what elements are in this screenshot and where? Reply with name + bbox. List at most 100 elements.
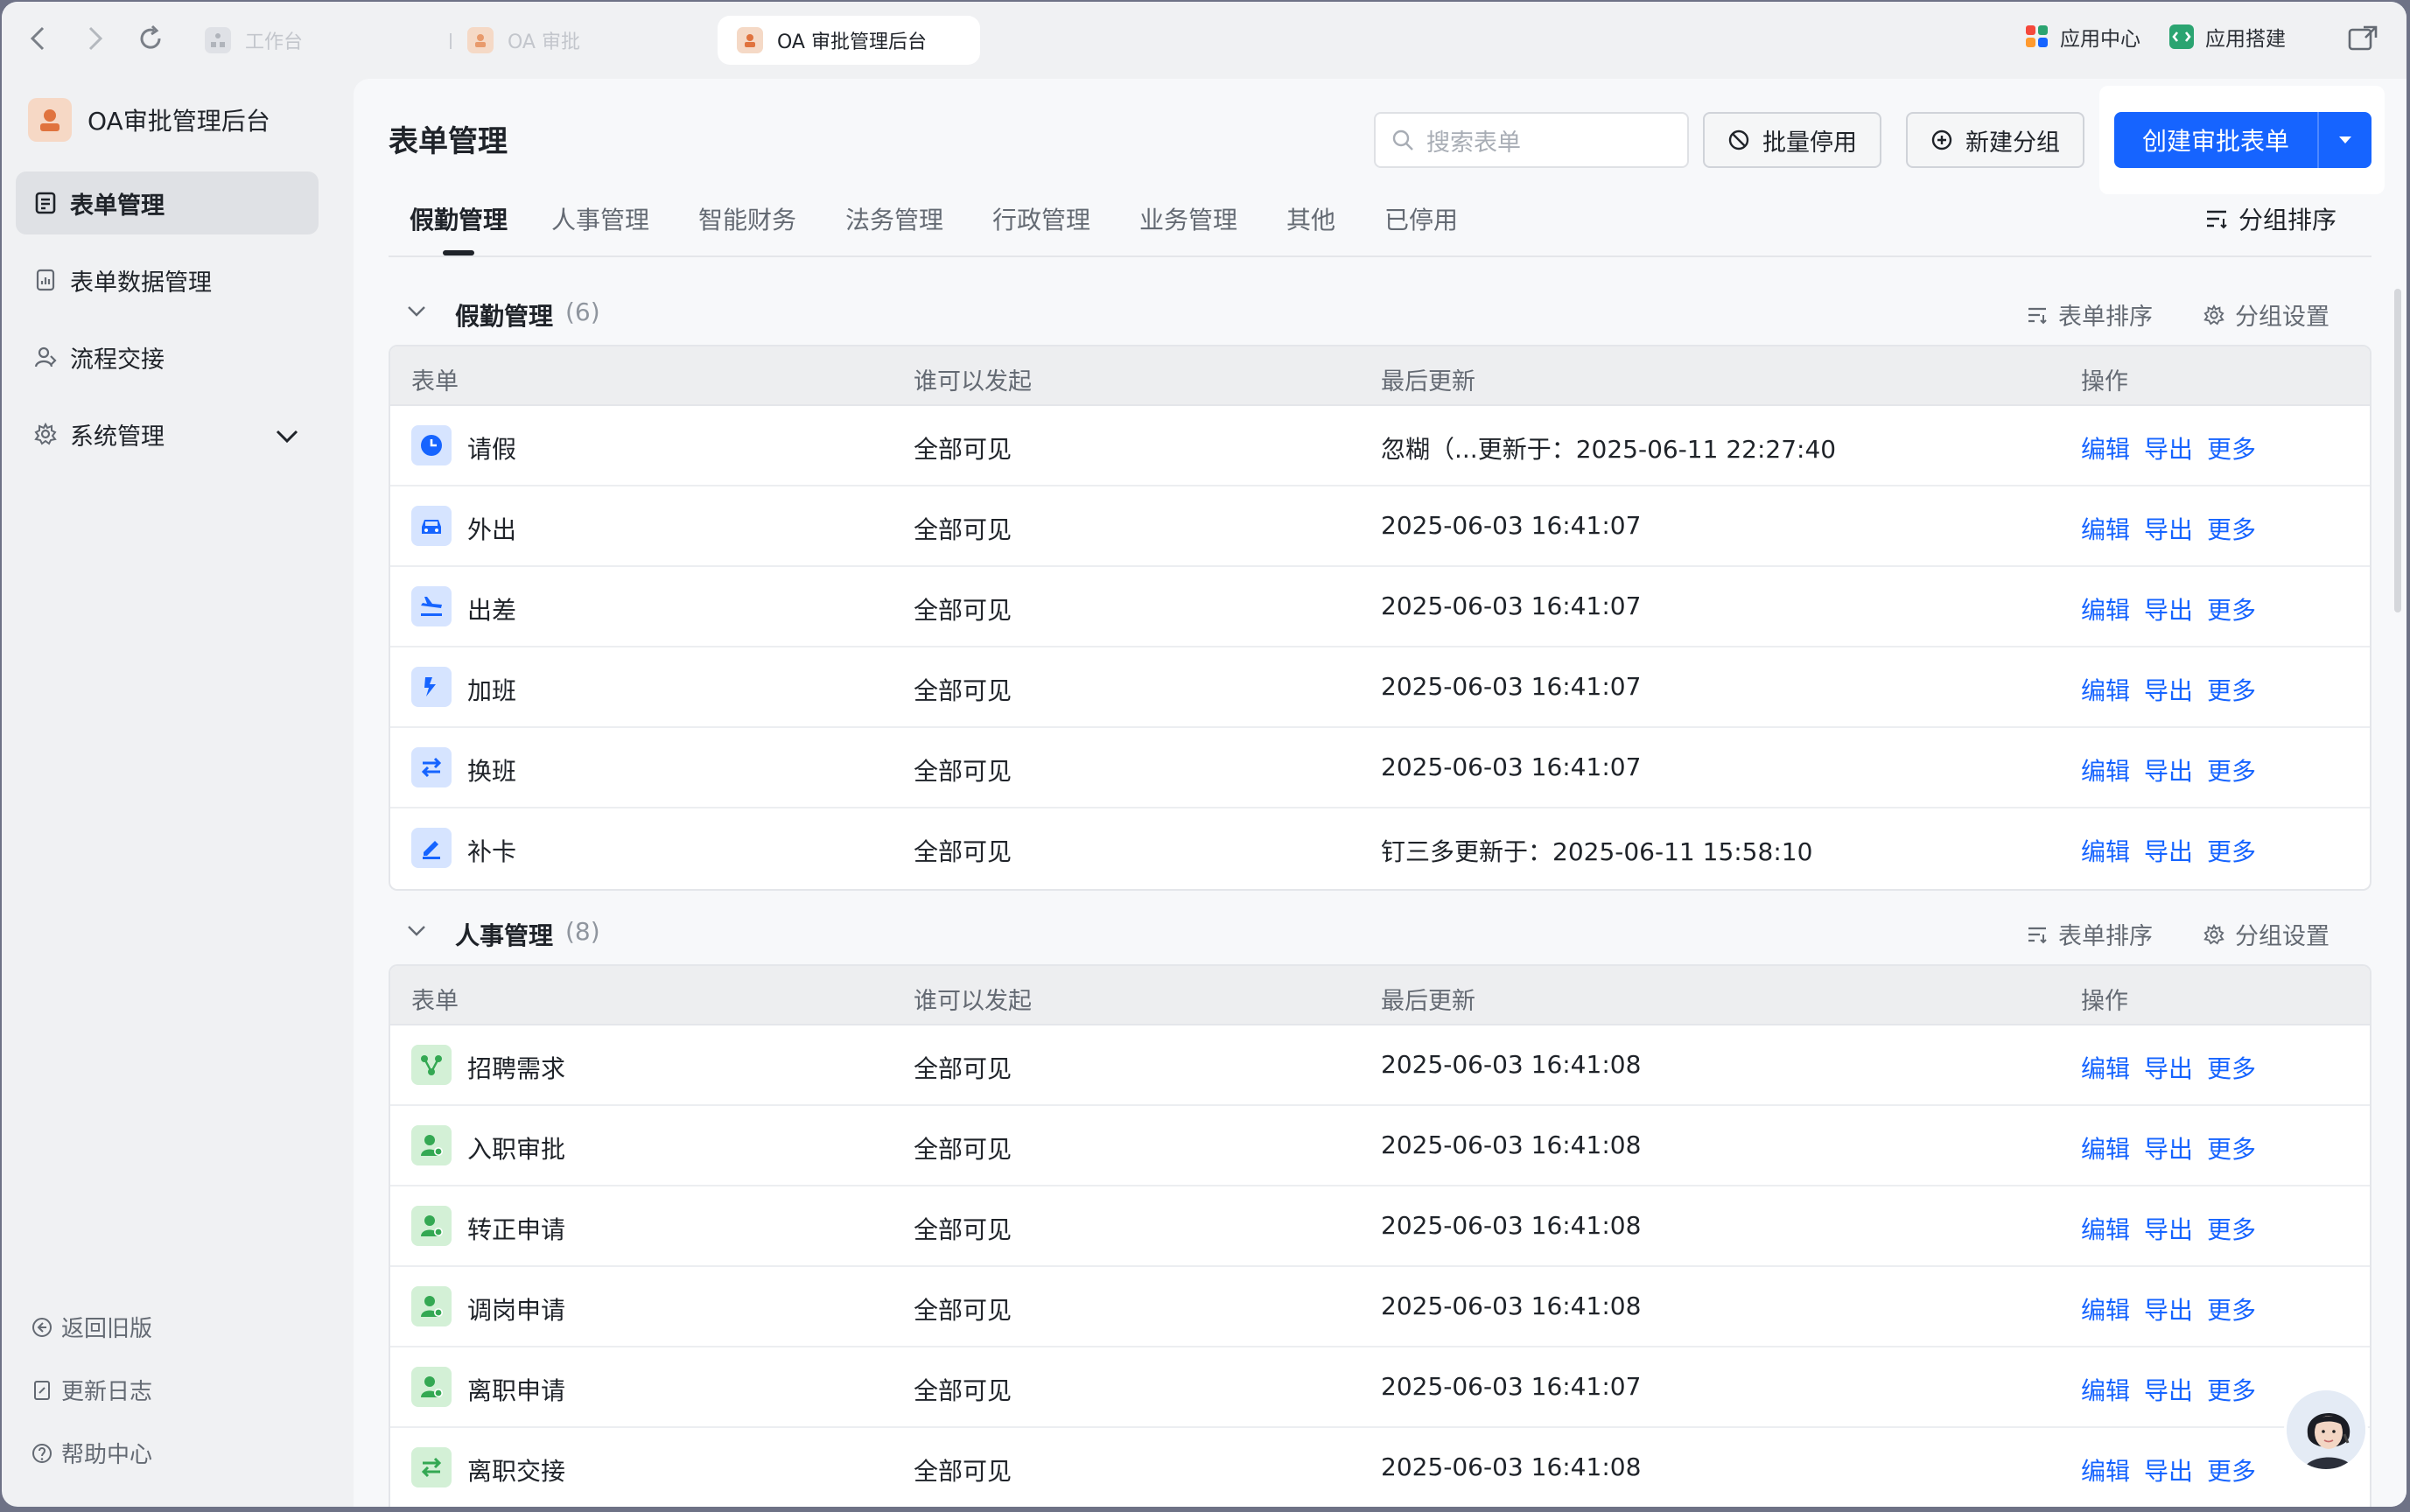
back-icon[interactable] <box>19 19 58 58</box>
app-window: 工作台 OA 审批 OA 审批管理后台 应用中心 应用搭建 OA审批管理后台 表… <box>2 2 2406 1507</box>
active-tab-indicator <box>443 250 475 256</box>
export-link[interactable]: 导出 <box>2144 1376 2193 1405</box>
more-link[interactable]: 更多 <box>2207 676 2256 705</box>
row-actions: 编辑 导出 更多 <box>2081 752 2270 788</box>
help-center-link[interactable]: 帮助中心 <box>32 1437 152 1469</box>
group-settings-button[interactable]: 分组设置 <box>2203 917 2329 951</box>
more-link[interactable]: 更多 <box>2207 837 2256 866</box>
changelog-link[interactable]: 更新日志 <box>32 1374 152 1406</box>
group-settings-button[interactable]: 分组设置 <box>2203 298 2329 332</box>
row-actions: 编辑 导出 更多 <box>2081 1211 2270 1246</box>
chevron-down-icon[interactable] <box>406 304 427 318</box>
export-link[interactable]: 导出 <box>2144 757 2193 786</box>
edit-link[interactable]: 编辑 <box>2081 1215 2130 1244</box>
tab-label: 已停用 <box>1384 206 1459 234</box>
table-row[interactable]: 外出 全部可见 2025-06-03 16:41:07 编辑 导出 更多 <box>390 486 2370 567</box>
form-sort-button[interactable]: 表单排序 <box>2027 917 2153 951</box>
tab-legal[interactable]: 法务管理 <box>845 201 943 256</box>
tab-label: 智能财务 <box>698 206 797 234</box>
edit-link[interactable]: 编辑 <box>2081 1296 2130 1325</box>
tab-finance[interactable]: 智能财务 <box>698 201 796 256</box>
export-link[interactable]: 导出 <box>2144 1135 2193 1164</box>
help-icon <box>32 1443 53 1464</box>
more-link[interactable]: 更多 <box>2207 757 2256 786</box>
form-name: 补卡 <box>467 837 517 866</box>
table-row[interactable]: 离职申请 全部可见 2025-06-03 16:41:07 编辑 导出 更多 <box>390 1348 2370 1428</box>
tab-hr[interactable]: 人事管理 <box>551 201 649 256</box>
tab-admin[interactable]: 行政管理 <box>992 201 1090 256</box>
form-name: 外出 <box>467 515 517 544</box>
table-row[interactable]: 换班 全部可见 2025-06-03 16:41:07 编辑 导出 更多 <box>390 728 2370 808</box>
assistant-avatar[interactable] <box>2284 1388 2368 1472</box>
more-link[interactable]: 更多 <box>2207 515 2256 544</box>
export-link[interactable]: 导出 <box>2144 1457 2193 1486</box>
open-external-icon[interactable] <box>2343 19 2382 58</box>
create-form-button[interactable]: 创建审批表单 <box>2114 112 2371 168</box>
tab-oa-admin[interactable]: OA 审批管理后台 <box>718 16 980 65</box>
edit-link[interactable]: 编辑 <box>2081 1376 2130 1405</box>
refresh-icon[interactable] <box>131 19 170 58</box>
chevron-down-icon[interactable] <box>406 924 427 938</box>
table-row[interactable]: 转正申请 全部可见 2025-06-03 16:41:08 编辑 导出 更多 <box>390 1186 2370 1267</box>
back-to-old-version-link[interactable]: 返回旧版 <box>32 1311 152 1343</box>
sidebar-item-form-management[interactable]: 表单管理 <box>16 172 319 234</box>
more-link[interactable]: 更多 <box>2207 435 2256 464</box>
search-input[interactable]: 搜索表单 <box>1374 112 1689 168</box>
edit-link[interactable]: 编辑 <box>2081 1054 2130 1083</box>
sidebar-item-form-data[interactable]: 表单数据管理 <box>16 248 319 312</box>
table-row[interactable]: 请假 全部可见 忽糊（...更新于：2025-06-11 22:27:40 编辑… <box>390 406 2370 486</box>
more-link[interactable]: 更多 <box>2207 1296 2256 1325</box>
app-build-button[interactable]: 应用搭建 <box>2168 18 2286 56</box>
edit-link[interactable]: 编辑 <box>2081 837 2130 866</box>
edit-link[interactable]: 编辑 <box>2081 1457 2130 1486</box>
table-row[interactable]: 入职审批 全部可见 2025-06-03 16:41:08 编辑 导出 更多 <box>390 1106 2370 1186</box>
export-link[interactable]: 导出 <box>2144 596 2193 625</box>
edit-link[interactable]: 编辑 <box>2081 676 2130 705</box>
export-link[interactable]: 导出 <box>2144 837 2193 866</box>
export-link[interactable]: 导出 <box>2144 515 2193 544</box>
row-actions: 编辑 导出 更多 <box>2081 1130 2270 1166</box>
export-link[interactable]: 导出 <box>2144 1296 2193 1325</box>
more-link[interactable]: 更多 <box>2207 1376 2256 1405</box>
export-link[interactable]: 导出 <box>2144 1054 2193 1083</box>
edit-link[interactable]: 编辑 <box>2081 1135 2130 1164</box>
app-center-button[interactable]: 应用中心 <box>2025 18 2140 56</box>
chevron-down-icon[interactable] <box>275 424 299 451</box>
edit-link[interactable]: 编辑 <box>2081 515 2130 544</box>
more-link[interactable]: 更多 <box>2207 1457 2256 1486</box>
table-row[interactable]: 补卡 全部可见 钉三多更新于：2025-06-11 15:58:10 编辑 导出更… <box>390 808 2370 889</box>
more-link[interactable]: 更多 <box>2207 1054 2256 1083</box>
export-link[interactable]: 导出 <box>2144 435 2193 464</box>
tab-workbench[interactable]: 工作台 <box>186 16 322 65</box>
tab-leave-attendance[interactable]: 假勤管理 <box>410 201 508 256</box>
edit-link[interactable]: 编辑 <box>2081 435 2130 464</box>
caret-down-icon[interactable] <box>2319 135 2371 145</box>
edit-link[interactable]: 编辑 <box>2081 596 2130 625</box>
form-visibility: 全部可见 <box>914 837 1012 866</box>
table-row[interactable]: 离职交接 全部可见 2025-06-03 16:41:08 编辑 导出 更多 <box>390 1428 2370 1507</box>
vertical-scrollbar[interactable] <box>2394 289 2401 612</box>
group-sort-button[interactable]: 分组排序 <box>2205 201 2336 236</box>
table-row[interactable]: 招聘需求 全部可见 2025-06-03 16:41:08 编辑 导出 更多 <box>390 1026 2370 1106</box>
export-link[interactable]: 导出 <box>2144 676 2193 705</box>
more-link[interactable]: 更多 <box>2207 1215 2256 1244</box>
form-name: 换班 <box>467 757 517 786</box>
tab-label: OA 审批 <box>508 32 580 53</box>
export-link[interactable]: 导出 <box>2144 1215 2193 1244</box>
bulk-disable-button[interactable]: 批量停用 <box>1703 112 1881 168</box>
tab-disabled[interactable]: 已停用 <box>1384 201 1458 256</box>
table-row[interactable]: 出差 全部可见 2025-06-03 16:41:07 编辑 导出 更多 <box>390 567 2370 648</box>
table-row[interactable]: 调岗申请 全部可见 2025-06-03 16:41:08 编辑 导出 更多 <box>390 1267 2370 1348</box>
form-sort-button[interactable]: 表单排序 <box>2027 298 2153 332</box>
tab-business[interactable]: 业务管理 <box>1139 201 1237 256</box>
sidebar-item-system-management[interactable]: 系统管理 <box>16 402 319 466</box>
forward-icon[interactable] <box>75 19 114 58</box>
table-row[interactable]: 加班 全部可见 2025-06-03 16:41:07 编辑 导出 更多 <box>390 648 2370 728</box>
tab-oa-approval[interactable]: OA 审批 <box>448 16 599 65</box>
tab-other[interactable]: 其他 <box>1286 201 1335 256</box>
edit-link[interactable]: 编辑 <box>2081 757 2130 786</box>
new-group-button[interactable]: 新建分组 <box>1906 112 2084 168</box>
more-link[interactable]: 更多 <box>2207 596 2256 625</box>
more-link[interactable]: 更多 <box>2207 1135 2256 1164</box>
sidebar-item-process-handover[interactable]: 流程交接 <box>16 326 319 388</box>
